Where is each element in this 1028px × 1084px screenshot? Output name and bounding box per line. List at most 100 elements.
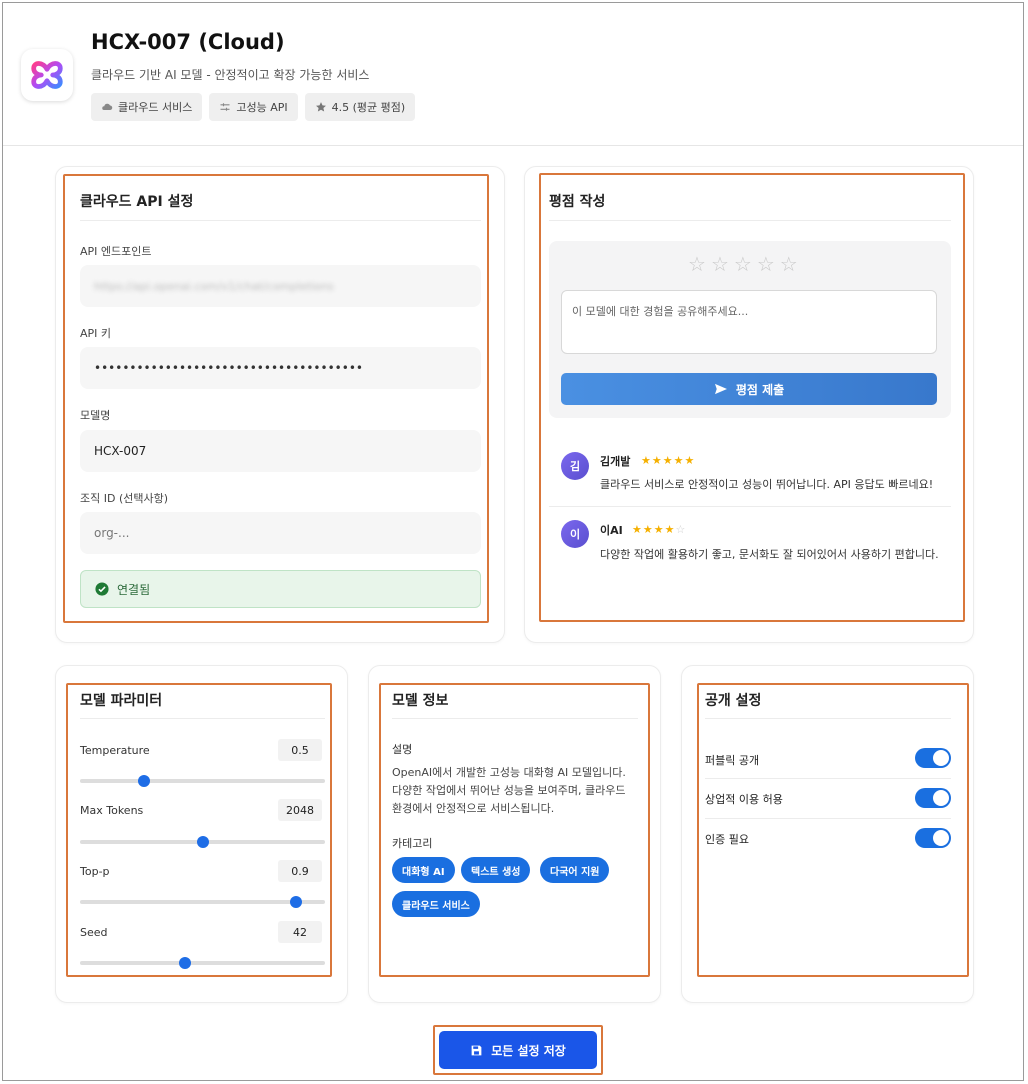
submit-rating-button[interactable]: 평점 제출	[561, 373, 937, 405]
description-line: 다양한 작업에서 뛰어난 성능을 보여주며, 클라우드	[392, 784, 626, 797]
star-2-icon[interactable]: ☆	[711, 252, 729, 276]
model-header: HCX-007 (Cloud) 클라우드 기반 AI 모델 - 안정적이고 확장…	[3, 3, 1023, 146]
seed-value[interactable]: 42	[278, 921, 322, 943]
submit-rating-label: 평점 제출	[735, 382, 785, 397]
rating-title: 평점 작성	[549, 194, 606, 210]
description-text: OpenAI에서 개발한 고성능 대화형 AI 모델입니다. 다양한 작업에서 …	[392, 764, 642, 818]
endpoint-value: https://api.openai.com/v1/chat/completio…	[94, 279, 334, 293]
category-chip: 대화형 AI	[392, 857, 455, 883]
toggle-knob	[933, 830, 949, 846]
max-tokens-label: Max Tokens	[80, 804, 144, 817]
star-4-icon[interactable]: ☆	[757, 252, 775, 276]
divider	[80, 718, 325, 719]
divider	[705, 718, 951, 719]
max-tokens-slider-thumb[interactable]	[196, 836, 209, 848]
category-chip: 다국어 지원	[540, 857, 610, 883]
top-p-slider[interactable]	[80, 900, 325, 904]
parameters-title: 모델 파라미터	[80, 693, 163, 709]
model-logo	[21, 49, 73, 101]
star-3-icon[interactable]: ☆	[734, 252, 752, 276]
review-text: 다양한 작업에 활용하기 좋고, 문서화도 잘 되어있어서 사용하기 편합니다.	[600, 548, 939, 561]
badge-rating: 4.5 (평균 평점)	[304, 93, 416, 121]
check-circle-icon	[95, 582, 109, 596]
endpoint-input[interactable]: https://api.openai.com/v1/chat/completio…	[80, 265, 481, 307]
divider	[80, 220, 481, 221]
commercial-toggle-label: 상업적 이용 허용	[705, 793, 783, 806]
cloud-icon	[102, 103, 113, 110]
org-id-label: 조직 ID (선택사항)	[80, 492, 169, 505]
toggle-knob	[933, 750, 949, 766]
seed-slider[interactable]	[80, 961, 325, 965]
divider	[549, 506, 951, 507]
review-stars: ★★★★★	[641, 454, 696, 467]
review-placeholder: 이 모델에 대한 경험을 공유해주세요...	[572, 305, 749, 318]
org-id-input[interactable]: org-...	[80, 512, 481, 554]
auth-toggle[interactable]	[915, 828, 951, 848]
temperature-label: Temperature	[80, 744, 150, 757]
model-info-title: 모델 정보	[392, 693, 449, 709]
save-all-button[interactable]: 모든 설정 저장	[439, 1031, 597, 1069]
description-line: 환경에서 안정적으로 서비스됩니다.	[392, 802, 555, 815]
page-title: HCX-007 (Cloud)	[91, 30, 285, 54]
star-1-icon[interactable]: ☆	[688, 252, 706, 276]
public-toggle[interactable]	[915, 748, 951, 768]
reviewer-name: 이AI	[600, 524, 623, 537]
logo-icon	[31, 61, 63, 89]
avatar: 이	[561, 520, 589, 548]
divider	[392, 718, 638, 719]
save-icon	[471, 1045, 482, 1055]
connection-status-label: 연결됨	[117, 582, 151, 597]
badge-label: 고성능 API	[236, 101, 288, 114]
model-name-label: 모델명	[80, 409, 111, 422]
badge-performance-api: 고성능 API	[209, 93, 298, 121]
divider	[549, 220, 951, 221]
category-chip: 텍스트 생성	[461, 857, 531, 883]
badge-label: 클라우드 서비스	[118, 101, 193, 114]
category-chip: 클라우드 서비스	[392, 891, 480, 917]
connection-status: 연결됨	[80, 570, 481, 608]
top-p-label: Top-p	[80, 865, 110, 878]
public-toggle-label: 퍼블릭 공개	[705, 754, 760, 767]
temperature-slider[interactable]	[80, 779, 325, 783]
description-line: OpenAI에서 개발한 고성능 대화형 AI 모델입니다.	[392, 766, 626, 779]
auth-toggle-label: 인증 필요	[705, 833, 749, 846]
model-name-value: HCX-007	[94, 444, 147, 458]
send-icon	[714, 383, 727, 395]
seed-label: Seed	[80, 926, 108, 939]
review-text: 클라우드 서비스로 안정적이고 성능이 뛰어납니다. API 응답도 빠르네요!	[600, 478, 934, 491]
temperature-value[interactable]: 0.5	[278, 739, 322, 761]
review-textarea[interactable]: 이 모델에 대한 경험을 공유해주세요...	[561, 290, 937, 354]
api-key-input[interactable]: ••••••••••••••••••••••••••••••••••••••	[80, 347, 481, 389]
divider	[705, 778, 951, 779]
model-info-highlight	[379, 683, 650, 977]
api-key-label: API 키	[80, 327, 112, 340]
badge-label: 4.5 (평균 평점)	[331, 101, 406, 114]
category-label: 카테고리	[392, 837, 433, 850]
endpoint-label: API 엔드포인트	[80, 245, 152, 258]
top-p-slider-thumb[interactable]	[289, 896, 302, 908]
description-label: 설명	[392, 743, 413, 756]
max-tokens-value[interactable]: 2048	[278, 799, 322, 821]
api-key-value: ••••••••••••••••••••••••••••••••••••••	[94, 361, 363, 375]
top-p-value[interactable]: 0.9	[278, 860, 322, 882]
reviewer-name: 김개발	[600, 455, 631, 468]
org-id-placeholder: org-...	[94, 526, 130, 540]
page-subtitle: 클라우드 기반 AI 모델 - 안정적이고 확장 가능한 서비스	[91, 68, 370, 82]
save-all-label: 모든 설정 저장	[491, 1043, 566, 1058]
divider	[705, 818, 951, 819]
star-rating-input: ☆ ☆ ☆ ☆ ☆	[688, 252, 798, 276]
temperature-slider-thumb[interactable]	[137, 775, 150, 787]
badge-cloud-service: 클라우드 서비스	[91, 93, 203, 121]
model-name-input[interactable]: HCX-007	[80, 430, 481, 472]
api-settings-title: 클라우드 API 설정	[80, 194, 194, 210]
review-stars: ★★★★☆	[632, 523, 687, 536]
visibility-title: 공개 설정	[705, 693, 762, 709]
api-settings-highlight	[63, 174, 489, 623]
commercial-toggle[interactable]	[915, 788, 951, 808]
avatar: 김	[561, 452, 589, 480]
toggle-knob	[933, 790, 949, 806]
star-5-icon[interactable]: ☆	[780, 252, 798, 276]
header-badges: 클라우드 서비스 고성능 API 4.5 (평균 평점)	[91, 93, 416, 121]
sliders-icon	[220, 103, 230, 111]
star-icon	[315, 102, 326, 112]
